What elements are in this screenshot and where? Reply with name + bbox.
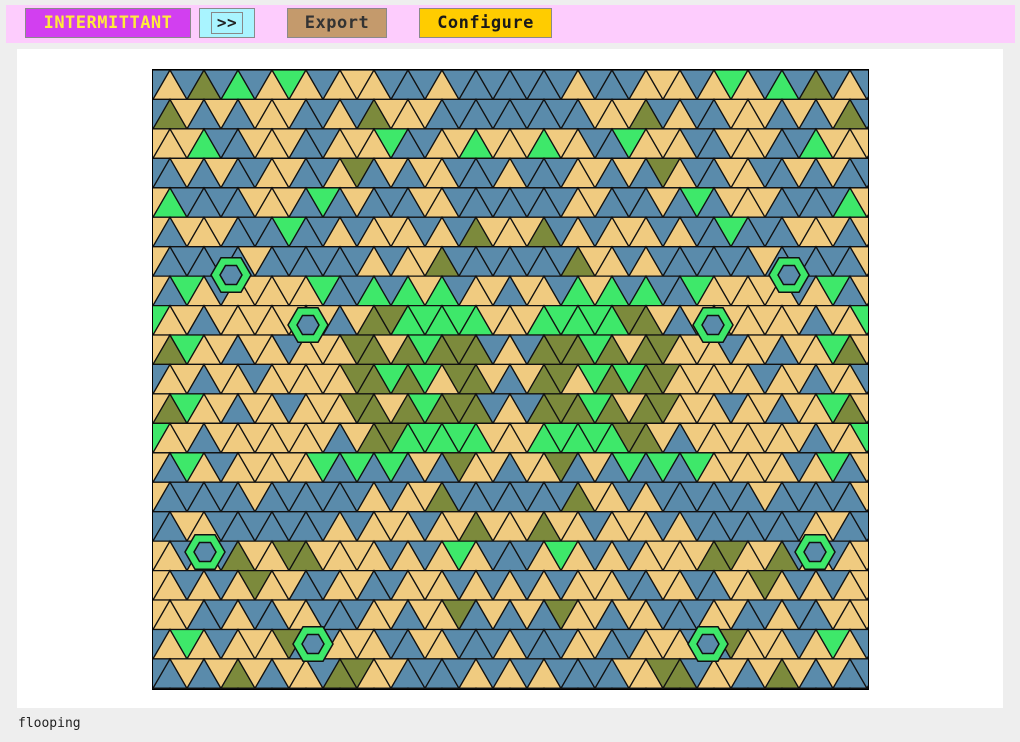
tiling-cell <box>678 687 716 689</box>
tiling-cell <box>576 687 614 689</box>
next-button-label: >> <box>211 12 243 34</box>
tiling-canvas[interactable] <box>152 69 869 690</box>
mode-button[interactable]: INTERMITTANT <box>25 8 191 38</box>
tiling-cell <box>338 687 376 689</box>
hexagon-rosette <box>219 264 243 286</box>
tiling-cell <box>542 687 580 689</box>
tiling-cell <box>406 687 444 689</box>
hexagon-rosette <box>296 314 320 336</box>
tiling-cell <box>848 687 868 689</box>
next-button[interactable]: >> <box>199 8 255 38</box>
hexagon-rosette <box>803 541 827 563</box>
tiling-cell <box>814 687 852 689</box>
tiling-cell <box>202 687 240 689</box>
hexagon-rosette <box>701 314 725 336</box>
tiling-cell <box>440 687 478 689</box>
status-text: flooping <box>18 716 81 731</box>
tiling-cell <box>610 687 648 689</box>
tiling-cell <box>153 687 172 689</box>
tiling-cell <box>372 687 410 689</box>
toolbar: INTERMITTANT >> Export Configure <box>6 5 1015 43</box>
tiling-cells <box>153 70 868 689</box>
hexagon-rosette <box>777 264 801 286</box>
tiling-cell <box>780 687 818 689</box>
tiling-cell <box>270 687 308 689</box>
configure-button[interactable]: Configure <box>419 8 552 38</box>
tiling-cell <box>644 687 682 689</box>
canvas-panel <box>17 49 1003 708</box>
tiling-cell <box>304 687 342 689</box>
tiling-cell <box>236 687 274 689</box>
hexagon-rosette <box>696 633 720 655</box>
tiling-cell <box>168 687 206 689</box>
tiling-cell <box>712 687 750 689</box>
tiling-artwork <box>153 70 868 689</box>
tiling-cell <box>508 687 546 689</box>
tiling-cell <box>474 687 512 689</box>
hexagon-rosette <box>301 633 325 655</box>
export-button[interactable]: Export <box>287 8 387 38</box>
tiling-cell <box>746 687 784 689</box>
hexagon-rosette <box>193 541 217 563</box>
